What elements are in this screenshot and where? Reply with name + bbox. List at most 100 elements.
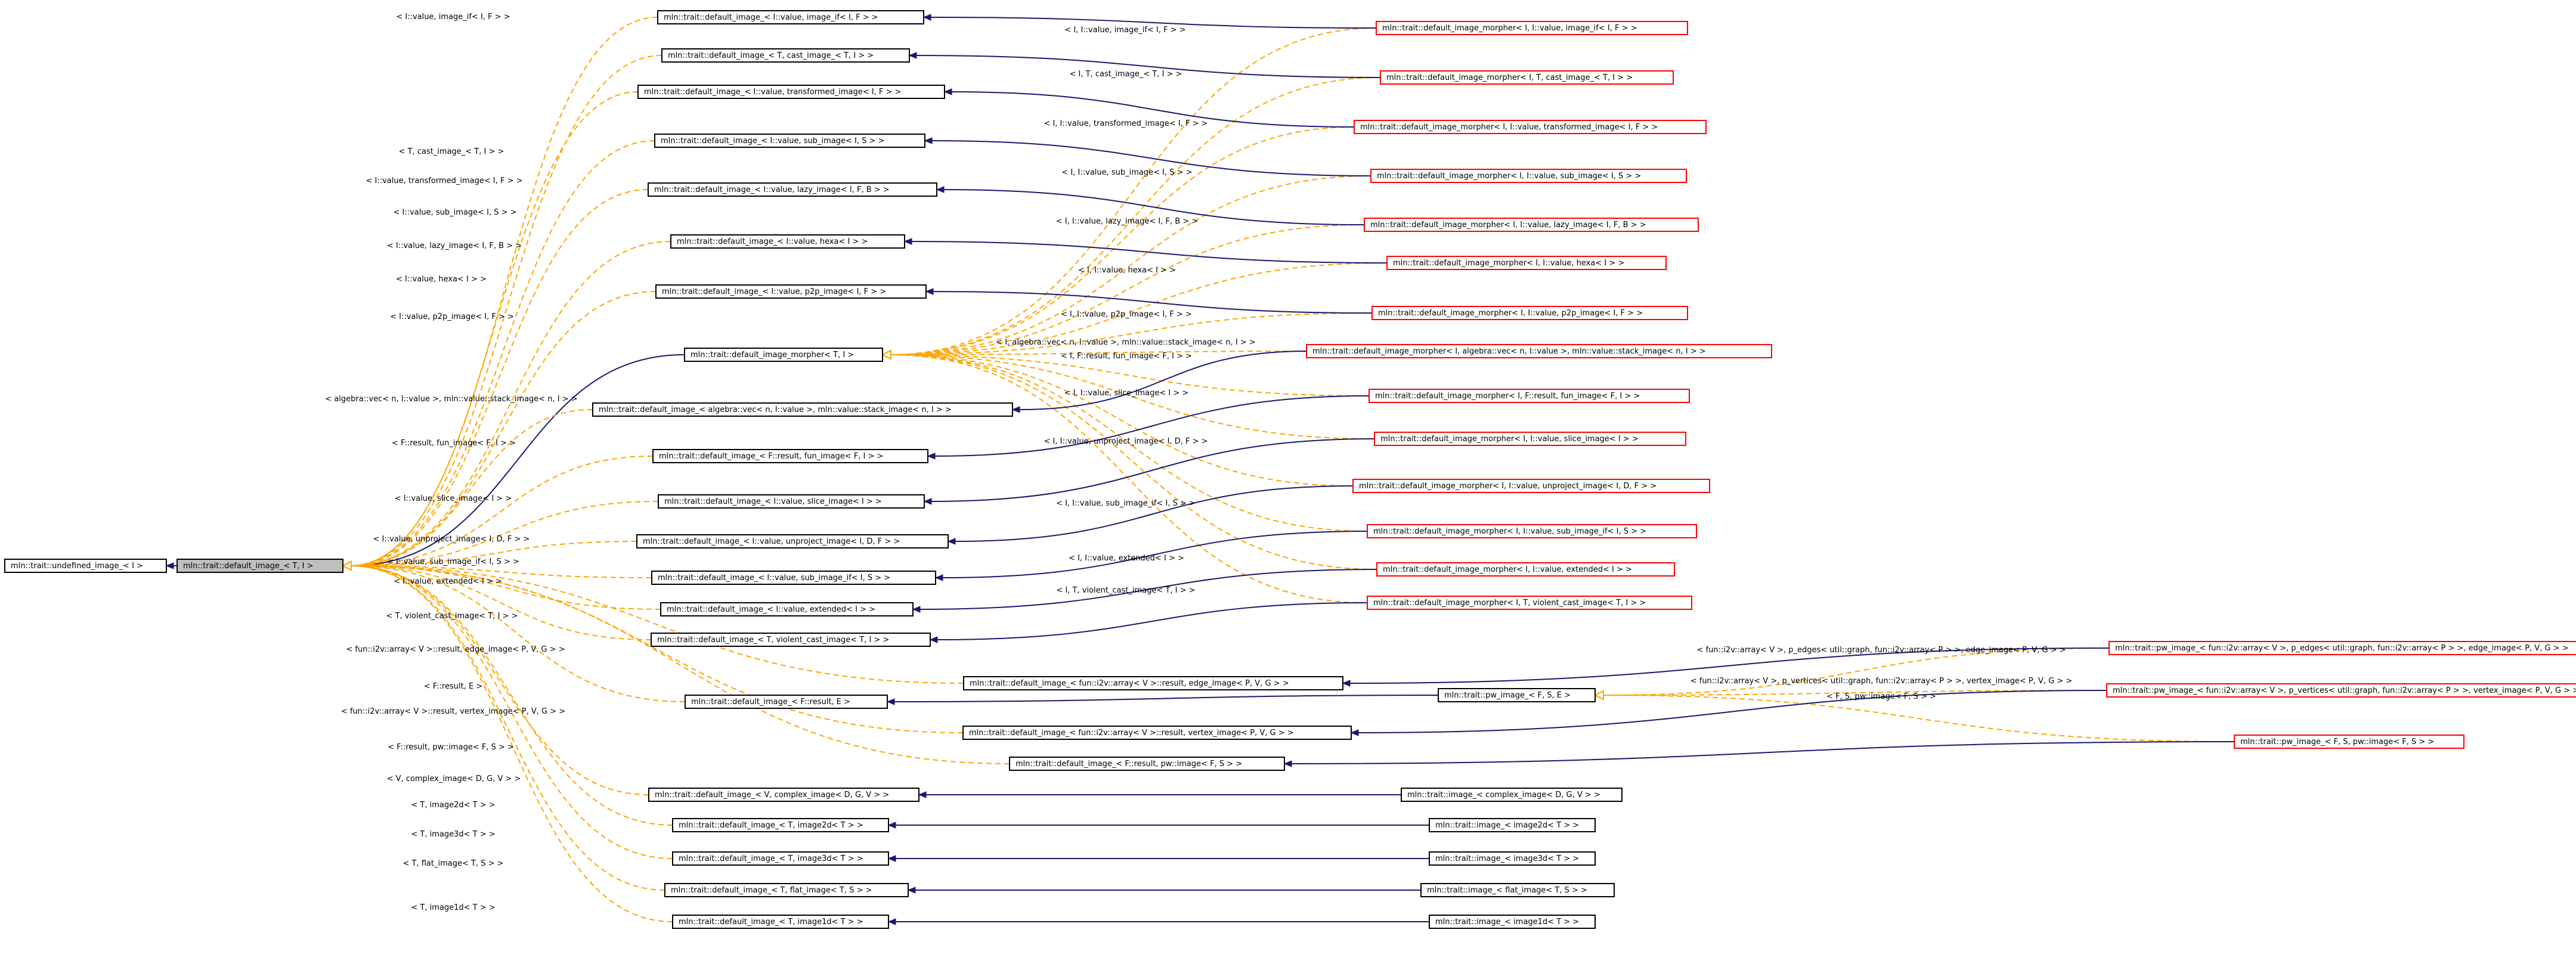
class-node-di-image1d[interactable]: mln::trait::default_image_< T, image1d< … (672, 915, 889, 929)
class-node-di-fun[interactable]: mln::trait::default_image_< F::result, f… (652, 449, 928, 463)
class-node-di-slice[interactable]: mln::trait::default_image_< I::value, sl… (658, 494, 925, 509)
edge-di_image2d-to-default (349, 565, 673, 826)
edge-label: < F::result, fun_image< F, I > > (392, 439, 516, 448)
class-node-di-violent[interactable]: mln::trait::default_image_< T, violent_c… (651, 633, 931, 647)
class-node-img-1d[interactable]: mln::trait::image_< image1d< T > > (1429, 915, 1596, 929)
class-node-di-subif[interactable]: mln::trait::default_image_< I::value, su… (651, 571, 936, 585)
class-node-di-vertex[interactable]: mln::trait::default_image_< fun::i2v::ar… (962, 726, 1352, 740)
class-node-pw-vertex[interactable]: mln::trait::pw_image_< fun::i2v::array< … (2106, 683, 2576, 698)
class-node-pw-edge[interactable]: mln::trait::pw_image_< fun::i2v::array< … (2109, 641, 2576, 655)
edge-label: < I::value, transformed_image< I, F > > (366, 176, 522, 185)
class-node-dm-sub[interactable]: mln::trait::default_image_morpher< I, I:… (1370, 169, 1687, 183)
edge-label: < I, I::value, lazy_image< I, F, B > > (1056, 217, 1198, 226)
class-node-di-image3d[interactable]: mln::trait::default_image_< T, image3d< … (672, 851, 889, 866)
class-node-dm-transformed[interactable]: mln::trait::default_image_morpher< I, I:… (1354, 120, 1707, 134)
class-node-label: mln::trait::image_< complex_image< D, G,… (1407, 791, 1600, 800)
class-node-di-image-if[interactable]: mln::trait::default_image_< I::value, im… (657, 10, 924, 24)
class-node-di-unproject[interactable]: mln::trait::default_image_< I::value, un… (636, 534, 949, 549)
edge-label: < I::value, slice_image< I > > (395, 494, 512, 503)
class-node-img-complex[interactable]: mln::trait::image_< complex_image< D, G,… (1401, 788, 1623, 802)
class-node-di-flat[interactable]: mln::trait::default_image_< T, flat_imag… (664, 883, 909, 897)
inheritance-arrowhead-img_complex (918, 791, 927, 798)
class-node-dm-image-if[interactable]: mln::trait::default_image_morpher< I, I:… (1376, 21, 1688, 35)
class-node-label: mln::trait::default_image_morpher< I, F:… (1375, 392, 1640, 401)
class-node-label: mln::trait::default_image_< F::result, p… (1015, 760, 1242, 769)
class-node-label: mln::trait::image_< flat_image< T, S > > (1427, 886, 1587, 895)
edge-label: < I::value, sub_image< I, S > > (393, 208, 516, 217)
class-node-label: mln::trait::default_image_< F::result, f… (659, 452, 883, 461)
class-node-default[interactable]: mln::trait::default_image_< T, I > (177, 559, 343, 573)
class-node-dm-cast[interactable]: mln::trait::default_image_morpher< I, T,… (1380, 70, 1674, 85)
class-node-di-transformed[interactable]: mln::trait::default_image_< I::value, tr… (637, 85, 945, 99)
class-node-dm-hexa[interactable]: mln::trait::default_image_morpher< I, I:… (1386, 256, 1667, 270)
template-arrowhead-di_image1d (341, 560, 352, 571)
class-node-label: mln::trait::pw_image_< F, S, E > (1444, 691, 1571, 700)
edge-dm_hexa-to-di_hexa (911, 241, 1388, 264)
class-node-di-hexa[interactable]: mln::trait::default_image_< I::value, he… (670, 234, 905, 249)
edge-label: < T, violent_cast_image< T, I > > (386, 612, 518, 621)
class-node-morpher[interactable]: mln::trait::default_image_morpher< T, I … (684, 348, 883, 362)
class-node-di-sub[interactable]: mln::trait::default_image_< I::value, su… (654, 134, 925, 148)
edge-label: < fun::i2v::array< V >::result, edge_ima… (346, 645, 565, 654)
class-node-label: mln::trait::default_image_morpher< I, al… (1312, 347, 1706, 356)
class-node-label: mln::trait::default_image_< fun::i2v::ar… (969, 729, 1294, 738)
class-node-di-complex[interactable]: mln::trait::default_image_< V, complex_i… (648, 788, 919, 802)
class-node-label: mln::trait::default_image_< T, violent_c… (657, 636, 889, 644)
class-node-label: mln::trait::default_image_< I::value, su… (658, 574, 890, 582)
class-node-label: mln::trait::default_image_< T, image3d< … (679, 854, 863, 863)
edge-label: < T, image1d< T > > (411, 903, 495, 912)
edge-label: < I, I::value, hexa< I > > (1078, 266, 1176, 275)
class-node-di-edge[interactable]: mln::trait::default_image_< fun::i2v::ar… (963, 676, 1343, 690)
class-node-dm-subif[interactable]: mln::trait::default_image_morpher< I, I:… (1367, 524, 1697, 538)
class-node-di-cast[interactable]: mln::trait::default_image_< T, cast_imag… (661, 48, 910, 63)
edge-label: < T, flat_image< T, S > > (402, 859, 503, 868)
class-node-di-stack[interactable]: mln::trait::default_image_< algebra::vec… (592, 402, 1013, 417)
class-node-dm-unproject[interactable]: mln::trait::default_image_morpher< I, I:… (1352, 479, 1710, 493)
class-node-label: mln::trait::default_image_< I::value, la… (654, 185, 890, 194)
class-node-di-lazy[interactable]: mln::trait::default_image_< I::value, la… (648, 182, 937, 197)
edge-dm_lazy-to-morpher (889, 224, 1365, 355)
class-node-dm-p2p[interactable]: mln::trait::default_image_morpher< I, I:… (1371, 306, 1688, 320)
edge-label: < T, cast_image_< T, I > > (399, 147, 504, 156)
edge-label: < I, F::result, fun_image< F, I > > (1061, 352, 1192, 361)
class-node-label: mln::trait::default_image_< I::value, un… (643, 537, 900, 546)
class-node-img-2d[interactable]: mln::trait::image_< image2d< T > > (1429, 818, 1596, 832)
class-node-label: mln::trait::default_image_morpher< T, I … (691, 351, 854, 360)
class-node-di-p2p[interactable]: mln::trait::default_image_< I::value, p2… (655, 284, 927, 299)
class-node-pw-image[interactable]: mln::trait::pw_image_< F, S, pw::image< … (2234, 735, 2464, 749)
class-node-label: mln::trait::default_image_morpher< I, I:… (1383, 565, 1632, 574)
inheritance-arrowhead-dm_lazy (936, 186, 945, 193)
class-node-label: mln::trait::default_image_< I::value, su… (661, 137, 884, 145)
class-node-img-flat[interactable]: mln::trait::image_< flat_image< T, S > > (1420, 883, 1615, 897)
edge-label: < I, I::value, transformed_image< I, F >… (1044, 119, 1208, 128)
inheritance-diagram: < I::value, image_if< I, F > > < T, cast_… (0, 0, 2576, 973)
class-node-dm-slice[interactable]: mln::trait::default_image_morpher< I, I:… (1374, 432, 1686, 446)
class-node-dm-violent[interactable]: mln::trait::default_image_morpher< I, T,… (1367, 596, 1692, 610)
class-node-img-3d[interactable]: mln::trait::image_< image3d< T > > (1429, 851, 1596, 866)
edge-di_cast-to-default (349, 55, 662, 566)
class-node-di-pw[interactable]: mln::trait::default_image_< F::result, p… (1009, 757, 1285, 771)
class-node-undef[interactable]: mln::trait::undefined_image_< I > (4, 559, 167, 573)
edge-label: < I, I::value, unproject_image< I, D, F … (1044, 437, 1208, 446)
edge-label: < I, I::value, sub_image_if< I, S > > (1056, 499, 1196, 508)
class-node-dm-extended[interactable]: mln::trait::default_image_morpher< I, I:… (1376, 562, 1675, 577)
class-node-di-extended[interactable]: mln::trait::default_image_< I::value, ex… (660, 602, 914, 616)
inheritance-arrowhead-dm_p2p (925, 288, 934, 295)
class-node-label: mln::trait::image_< image1d< T > > (1435, 918, 1579, 926)
edge-di_image_if-to-default (349, 17, 658, 566)
edge-label: < F, S, pw::image< F, S > > (1826, 692, 1936, 701)
edge-label: < I, I::value, extended< I > > (1069, 554, 1184, 563)
class-node-dm-lazy[interactable]: mln::trait::default_image_morpher< I, I:… (1364, 218, 1699, 232)
class-node-di-image2d[interactable]: mln::trait::default_image_< T, image2d< … (672, 818, 889, 832)
inheritance-arrowhead-dm_cast (908, 52, 917, 59)
class-node-dm-fun[interactable]: mln::trait::default_image_morpher< I, F:… (1368, 389, 1690, 403)
class-node-label: mln::trait::pw_image_< fun::i2v::array< … (2115, 644, 2569, 653)
class-node-label: mln::trait::default_image_morpher< I, I:… (1377, 172, 1641, 181)
class-node-di-fresult-e[interactable]: mln::trait::default_image_< F::result, E… (685, 695, 888, 709)
edge-label: < T, image3d< T > > (411, 830, 495, 839)
class-node-dm-stack[interactable]: mln::trait::default_image_morpher< I, al… (1306, 344, 1772, 358)
class-node-pw-fse[interactable]: mln::trait::pw_image_< F, S, E > (1438, 688, 1596, 702)
edge-dm_unproject-to-morpher (889, 354, 1354, 486)
class-node-label: mln::trait::default_image_morpher< I, I:… (1380, 435, 1639, 444)
inheritance-arrowhead-default (165, 562, 174, 569)
